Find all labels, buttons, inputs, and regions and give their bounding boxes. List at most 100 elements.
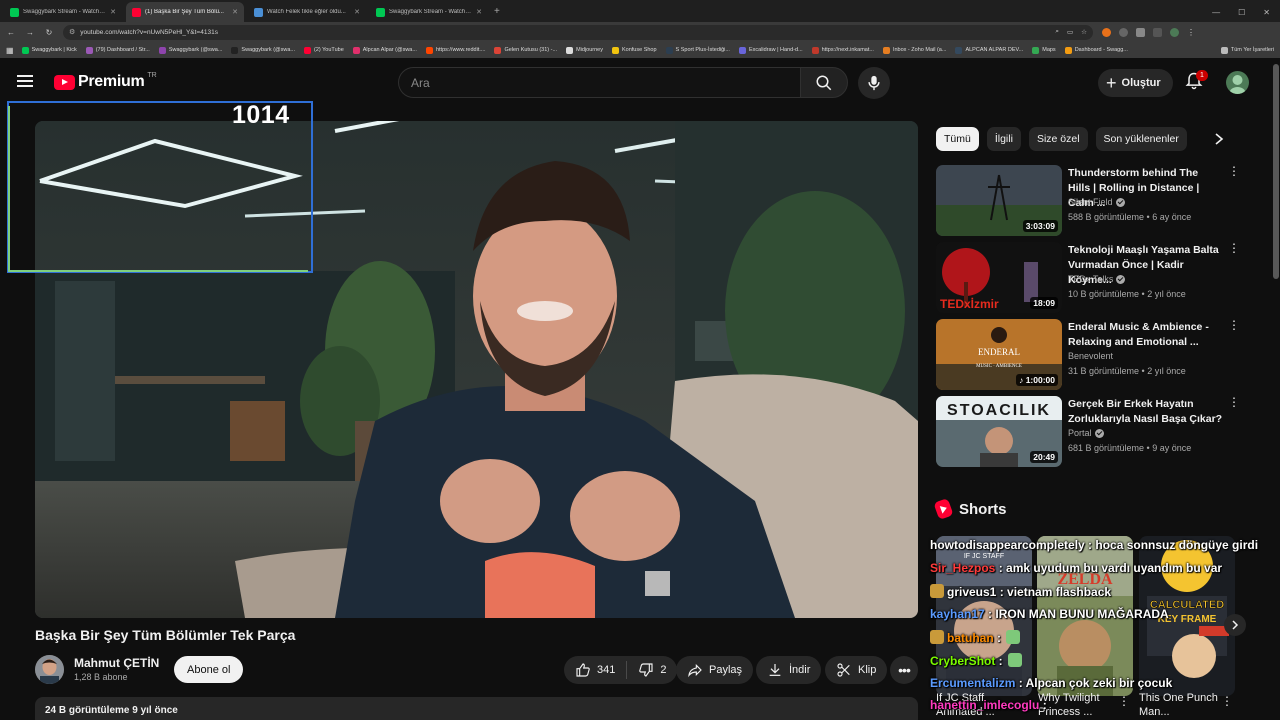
bookmark-item[interactable]: https://www.reddit.... (425, 46, 485, 54)
more-vertical-icon[interactable]: ⋮ (1228, 396, 1240, 408)
like-button[interactable]: 341 (564, 656, 626, 684)
browser-tab[interactable]: Swaggybark Stream - Watch L... ✕ (370, 2, 488, 22)
recommendation-item[interactable]: STOACILIK 20:49 Gerçek Bir Erkek Hayatın Z… (936, 396, 1240, 467)
downloads-icon[interactable] (1153, 27, 1162, 37)
filter-chip[interactable]: Size özel (1028, 127, 1088, 151)
site-info-icon[interactable]: ⚙ (69, 28, 75, 36)
more-vertical-icon[interactable]: ⋮ (1228, 319, 1240, 331)
recommendation-thumbnail[interactable]: STOACILIK 20:49 (936, 396, 1062, 467)
share-button[interactable]: Paylaş (676, 656, 754, 684)
minimize-button[interactable]: — (1212, 8, 1220, 17)
browser-tab[interactable]: Watch Felek tıkle eğler oldu... ✕ (248, 2, 366, 22)
back-icon[interactable]: ← (6, 28, 16, 37)
more-vertical-icon[interactable]: ⋮ (1228, 242, 1240, 254)
extension-icon[interactable] (1102, 27, 1111, 37)
create-button[interactable]: + Oluştur (1098, 69, 1173, 97)
browser-tab[interactable]: Swaggybark Stream - Watch L... ✕ (4, 2, 122, 22)
filter-chip[interactable]: İlgili (986, 127, 1021, 151)
browser-tab[interactable]: (1) Başka Bir Şey Tüm Bölü... ✕ (126, 2, 244, 22)
extensions-puzzle-icon[interactable] (1136, 27, 1145, 37)
chips-next-button[interactable] (1209, 129, 1229, 149)
bookmark-item[interactable]: Swaggybark | Kick (21, 46, 77, 54)
video-duration: 3:03:09 (1022, 220, 1058, 232)
description-box[interactable]: 24 B görüntüleme 9 yıl önce (35, 697, 918, 720)
clip-button[interactable]: Klip (825, 656, 888, 684)
more-vertical-icon[interactable]: ⋮ (1228, 165, 1240, 177)
chat-message: kayhan17 : IRON MAN BUNU MAĞARADA (930, 607, 1169, 621)
bookmark-item[interactable]: (79) Dashboard / Str... (85, 46, 150, 54)
forward-icon[interactable]: → (25, 28, 35, 37)
tab-list: Swaggybark Stream - Watch L... ✕ (1) Başka… (0, 2, 488, 22)
bookmark-item[interactable]: Dashboard - Swagg... (1064, 46, 1128, 54)
bookmark-favicon-icon (955, 46, 963, 54)
bookmark-item[interactable]: Swaggybark (@swa... (158, 46, 222, 54)
new-tab-button[interactable]: + (494, 2, 500, 22)
filter-chip[interactable]: Son yüklenenler (1095, 127, 1187, 151)
youtube-premium-logo[interactable]: Premium TR (54, 72, 157, 91)
hamburger-menu-icon[interactable] (17, 72, 35, 92)
recommendation-item[interactable]: ENDERAL MUSIC · AMBIENCE ♪ 1:00:00 Enderal … (936, 319, 1240, 390)
bookmark-item[interactable]: (2) YouTube (303, 46, 344, 54)
bookmark-item[interactable]: Maps (1032, 46, 1056, 54)
reload-icon[interactable]: ↻ (44, 28, 54, 37)
bookmark-label: Swaggybark | Kick (31, 47, 77, 53)
download-button[interactable]: İndir (756, 656, 822, 684)
extension-icon[interactable] (1119, 27, 1128, 37)
recommendation-meta: 681 B görüntüleme • 9 ay önce (1068, 443, 1192, 453)
recommendation-channel[interactable]: Portal (1068, 428, 1104, 438)
channel-name[interactable]: Mahmut ÇETİN (74, 656, 159, 670)
short-title[interactable]: Why Twilight Princess ... (1038, 691, 1128, 719)
browser-menu-icon[interactable]: ⋮ (1187, 28, 1195, 37)
recommendation-channel[interactable]: Silent Field (1068, 197, 1125, 207)
close-window-button[interactable]: ✕ (1263, 8, 1270, 17)
recommendation-title[interactable]: Gerçek Bir Erkek Hayatın Zorluklarıyla N… (1068, 397, 1223, 427)
bookmark-item[interactable]: S Sport Plus-İstediği... (665, 46, 730, 54)
recommendation-thumbnail[interactable]: ENDERAL MUSIC · AMBIENCE ♪ 1:00:00 (936, 319, 1062, 390)
bookmark-item[interactable]: Konfuse Shop (611, 46, 657, 54)
bookmark-star-icon[interactable]: ☆ (1081, 28, 1087, 36)
maximize-button[interactable]: ☐ (1238, 8, 1245, 17)
bookmark-item[interactable]: Swaggybark (@swa... (231, 46, 295, 54)
short-menu-icon[interactable]: ⋮ (1221, 694, 1233, 708)
bookmark-item[interactable]: Inbox - Zoho Mail (a... (882, 46, 946, 54)
address-bar[interactable]: ⚙ youtube.com/watch?v=nUwN5PeHl_Y&t=4131… (63, 24, 1093, 40)
chat-message: Ercumentalizm : Alpcan çok zeki bir çocu… (930, 676, 1172, 690)
tab-close-icon[interactable]: ✕ (476, 8, 482, 16)
recommendation-thumbnail[interactable]: TEDxİzmir 18:09 (936, 242, 1062, 313)
tab-close-icon[interactable]: ✕ (354, 8, 360, 16)
recommendation-channel[interactable]: TEDx Talks (1068, 274, 1126, 284)
bookmark-item[interactable]: Excalidraw | Hand-d... (738, 46, 803, 54)
share-label: Paylaş (709, 664, 743, 676)
channel-avatar[interactable] (35, 655, 64, 684)
more-actions-button[interactable]: ••• (890, 656, 918, 684)
dislike-button[interactable]: 2 (627, 656, 677, 684)
account-avatar[interactable] (1226, 71, 1249, 94)
recommendation-item[interactable]: 3:03:09 Thunderstorm behind The Hills | R… (936, 165, 1240, 236)
shorts-next-button[interactable] (1224, 614, 1246, 636)
tab-close-icon[interactable]: ✕ (110, 8, 116, 16)
bookmark-item[interactable]: Alpcan Alpar (@swa... (352, 46, 417, 54)
recommendation-channel[interactable]: Benevolent (1068, 351, 1113, 361)
bookmark-favicon-icon (882, 46, 890, 54)
bookmark-item[interactable]: ALPCAN ALPAR DEV... (955, 46, 1023, 54)
apps-grid-icon[interactable]: ▦ (6, 46, 14, 55)
recommendation-thumbnail[interactable]: 3:03:09 (936, 165, 1062, 236)
subscribe-button[interactable]: Abone ol (174, 656, 244, 683)
search-input[interactable]: Ara (398, 67, 800, 98)
search-button[interactable] (800, 67, 848, 98)
bookmark-item[interactable]: https://next.inkamat... (811, 46, 874, 54)
recommendation-item[interactable]: TEDxİzmir 18:09 Teknoloji Maaşlı Yaşama Ba… (936, 242, 1240, 313)
tab-title: (1) Başka Bir Şey Tüm Bölü... (145, 9, 224, 15)
tab-close-icon[interactable]: ✕ (232, 8, 238, 16)
profile-avatar-icon[interactable] (1170, 27, 1179, 37)
recommendation-title[interactable]: Enderal Music & Ambience - Relaxing and … (1068, 320, 1223, 350)
scrollbar-thumb[interactable] (1273, 64, 1279, 279)
short-title[interactable]: This One Punch Man... (1139, 691, 1229, 719)
cast-icon[interactable]: ▭ (1067, 28, 1073, 36)
bookmark-item[interactable]: Midjourney (566, 46, 603, 54)
all-bookmarks-link[interactable]: Tüm Yer İşaretleri (1220, 46, 1274, 54)
voice-search-button[interactable] (858, 67, 890, 99)
bookmark-item[interactable]: Gelen Kutusu (31) -... (494, 46, 557, 54)
filter-chip[interactable]: Tümü (936, 127, 979, 151)
zoom-icon[interactable]: ⌕ (1055, 28, 1059, 36)
